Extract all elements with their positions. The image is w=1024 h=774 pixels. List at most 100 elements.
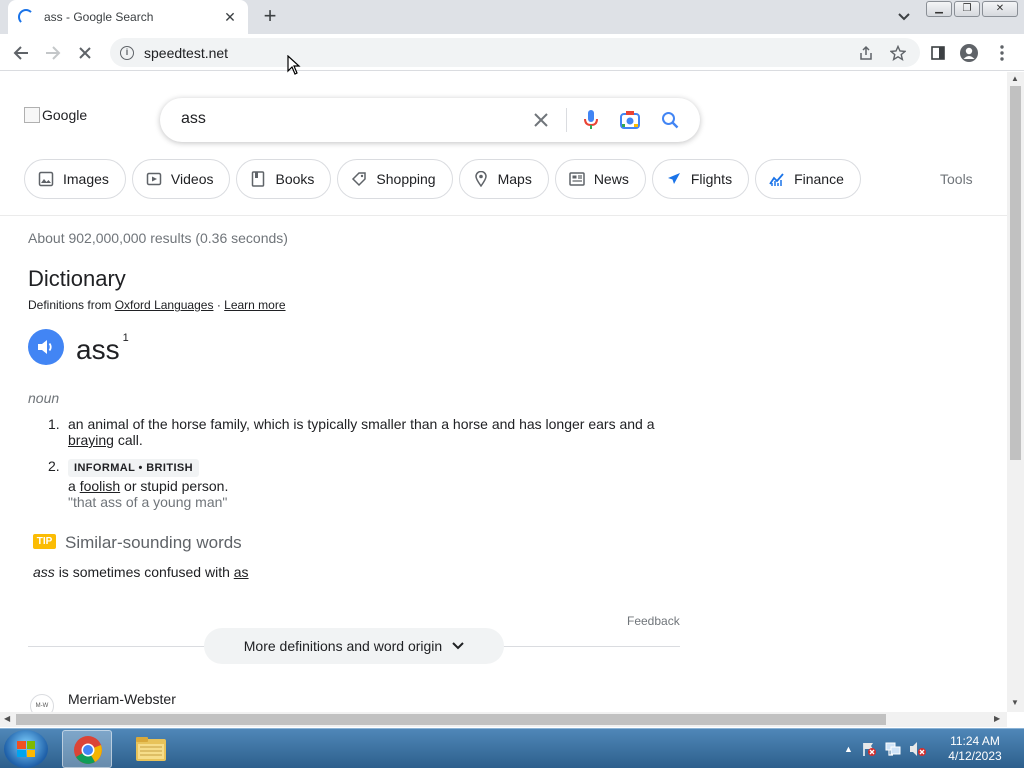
scroll-right-arrow-icon[interactable]: ▶ bbox=[994, 714, 1000, 723]
chip-shopping[interactable]: Shopping bbox=[337, 159, 453, 199]
speaker-icon bbox=[38, 340, 52, 354]
headword: ass 1 bbox=[76, 332, 129, 366]
close-window-button[interactable]: ✕ bbox=[982, 1, 1018, 17]
restore-button[interactable]: ❐ bbox=[954, 1, 980, 17]
definition-body: an animal of the horse family, which is … bbox=[68, 416, 668, 448]
chevron-down-icon bbox=[452, 642, 464, 650]
vertical-scroll-thumb[interactable] bbox=[1010, 86, 1021, 460]
map-pin-icon bbox=[472, 170, 490, 188]
search-icon[interactable] bbox=[659, 109, 681, 131]
chip-label: Finance bbox=[794, 171, 844, 187]
as-link[interactable]: as bbox=[234, 564, 249, 580]
side-panel-button[interactable] bbox=[925, 40, 951, 66]
folder-icon bbox=[136, 737, 166, 761]
clock-time: 11:24 AM bbox=[950, 734, 1000, 748]
tab-close-icon[interactable]: ✕ bbox=[222, 9, 238, 26]
book-icon bbox=[249, 170, 267, 188]
scroll-up-arrow-icon[interactable]: ▲ bbox=[1011, 74, 1019, 83]
url-text: speedtest.net bbox=[144, 44, 229, 61]
profile-avatar-icon bbox=[960, 44, 978, 62]
search-input[interactable]: ass bbox=[181, 110, 206, 128]
bookmark-button[interactable] bbox=[885, 40, 911, 66]
tab-search-chevron-icon[interactable] bbox=[894, 8, 914, 26]
scroll-down-arrow-icon[interactable]: ▼ bbox=[1011, 698, 1019, 707]
tag-icon bbox=[350, 170, 368, 188]
headword-superscript: 1 bbox=[122, 332, 129, 344]
tools-button[interactable]: Tools bbox=[940, 171, 973, 187]
site-info-icon[interactable]: i bbox=[120, 45, 134, 60]
search-box[interactable]: ass bbox=[160, 98, 700, 142]
more-definitions-button[interactable]: More definitions and word origin bbox=[204, 628, 504, 664]
start-button[interactable] bbox=[4, 730, 48, 768]
search-box-divider bbox=[566, 108, 567, 132]
video-icon bbox=[145, 170, 163, 188]
menu-button[interactable] bbox=[989, 40, 1015, 66]
horizontal-scroll-thumb[interactable] bbox=[16, 714, 886, 725]
tab-title: ass - Google Search bbox=[44, 10, 154, 24]
chip-label: Books bbox=[275, 171, 315, 187]
merriam-webster-favicon: M-W bbox=[30, 694, 54, 712]
side-panel-icon bbox=[931, 46, 945, 60]
header-divider bbox=[0, 215, 1007, 216]
vertical-scrollbar[interactable]: ▲ ▼ bbox=[1007, 72, 1024, 712]
show-hidden-icons-icon[interactable]: ▲ bbox=[844, 744, 853, 754]
chip-label: Images bbox=[63, 171, 109, 187]
chip-label: Videos bbox=[170, 171, 214, 187]
google-logo[interactable]: Google bbox=[24, 107, 87, 123]
chip-maps[interactable]: Maps bbox=[458, 159, 549, 199]
minimize-button[interactable]: ▁ bbox=[926, 1, 952, 17]
scroll-left-arrow-icon[interactable]: ◀ bbox=[4, 714, 10, 723]
back-button[interactable] bbox=[8, 40, 34, 66]
network-icon[interactable] bbox=[885, 741, 901, 757]
definition-text-end: or stupid person. bbox=[124, 478, 229, 494]
chip-images[interactable]: Images bbox=[24, 159, 126, 199]
chip-videos[interactable]: Videos bbox=[131, 159, 231, 199]
address-bar[interactable]: i speedtest.net bbox=[110, 38, 920, 67]
definition-text: an animal of the horse family, which is … bbox=[68, 416, 655, 432]
horizontal-scrollbar[interactable]: ◀ ▶ bbox=[0, 712, 1007, 727]
definition-number: 2. bbox=[48, 458, 60, 474]
chip-label: News bbox=[593, 171, 629, 187]
windows-logo-icon bbox=[17, 741, 35, 757]
tab-google-search[interactable]: ass - Google Search ✕ bbox=[8, 0, 248, 34]
definition-text-end: call. bbox=[117, 432, 143, 448]
google-logo-alt-text: Google bbox=[42, 107, 88, 123]
action-center-flag-icon[interactable] bbox=[861, 741, 877, 757]
headword-text: ass bbox=[76, 334, 120, 365]
oxford-languages-link[interactable]: Oxford Languages bbox=[115, 298, 214, 312]
foolish-link[interactable]: foolish bbox=[80, 478, 120, 494]
learn-more-link[interactable]: Learn more bbox=[224, 298, 285, 312]
usage-tag: INFORMAL • BRITISH bbox=[68, 459, 200, 477]
chip-finance[interactable]: Finance bbox=[755, 159, 861, 199]
taskbar-clock[interactable]: 11:24 AM 4/12/2023 bbox=[940, 734, 1010, 764]
taskbar-file-explorer[interactable] bbox=[126, 730, 176, 768]
stop-button[interactable] bbox=[72, 40, 98, 66]
forward-button[interactable] bbox=[40, 40, 66, 66]
usage-example: "that ass of a young man" bbox=[68, 494, 228, 510]
loading-spinner-icon bbox=[18, 9, 34, 25]
chip-flights[interactable]: Flights bbox=[651, 159, 750, 199]
lens-camera-icon[interactable] bbox=[619, 109, 641, 131]
dictionary-source: Definitions from Oxford Languages · Lear… bbox=[28, 298, 286, 312]
chip-books[interactable]: Books bbox=[236, 159, 332, 199]
volume-muted-icon[interactable] bbox=[909, 741, 927, 757]
chip-news[interactable]: News bbox=[554, 159, 646, 199]
new-tab-button[interactable]: + bbox=[258, 5, 282, 29]
share-button[interactable] bbox=[853, 40, 879, 66]
browser-toolbar: i speedtest.net bbox=[0, 34, 1024, 71]
merriam-webster-site-name[interactable]: Merriam-Webster bbox=[68, 691, 176, 707]
pronunciation-button[interactable] bbox=[28, 329, 64, 365]
clock-date: 4/12/2023 bbox=[948, 749, 1002, 763]
clear-icon[interactable] bbox=[530, 109, 552, 131]
braying-link[interactable]: braying bbox=[68, 432, 114, 448]
profile-button[interactable] bbox=[956, 40, 982, 66]
definition-text: a bbox=[68, 478, 76, 494]
stop-icon bbox=[79, 47, 91, 59]
taskbar-chrome[interactable] bbox=[62, 730, 112, 768]
more-definitions-label: More definitions and word origin bbox=[243, 638, 443, 654]
feedback-link[interactable]: Feedback bbox=[627, 614, 680, 628]
system-tray: ▲ bbox=[844, 729, 927, 769]
tab-strip: ass - Google Search ✕ + ▁ ❐ ✕ bbox=[0, 0, 1024, 34]
definition-number: 1. bbox=[48, 416, 60, 432]
microphone-icon[interactable] bbox=[580, 109, 602, 131]
